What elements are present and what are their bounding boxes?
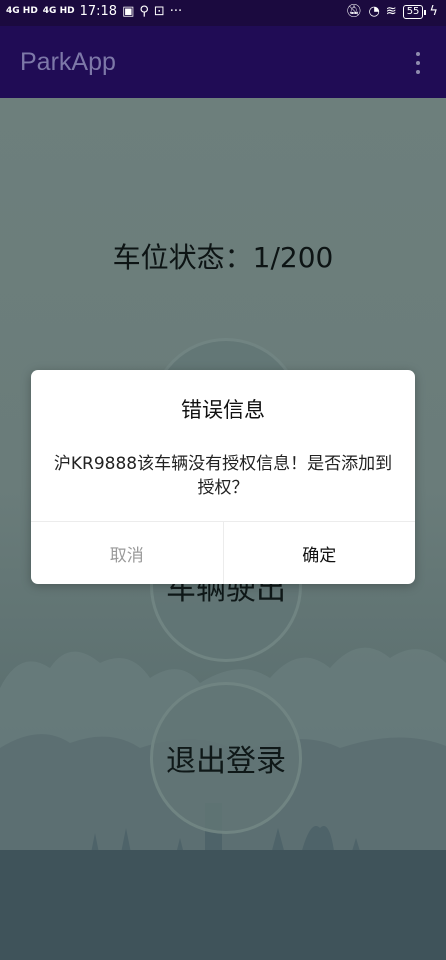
overflow-menu-icon[interactable] bbox=[408, 52, 428, 74]
dialog-message: 沪KR9888该车辆没有授权信息！是否添加到授权？ bbox=[53, 454, 393, 498]
signal-icon-2: 4G HD bbox=[42, 6, 75, 16]
dialog-actions: 取消 确定 bbox=[31, 521, 415, 584]
logout-button[interactable]: 退出登录 bbox=[150, 682, 302, 834]
ground-decoration bbox=[0, 850, 446, 960]
signal-icon: 4G HD bbox=[6, 6, 38, 16]
app-bar: ParkApp bbox=[0, 26, 446, 98]
parking-status-text: 车位状态：1/200 bbox=[112, 241, 334, 274]
wifi-icon: ≋ bbox=[385, 4, 397, 19]
more-notifications: ··· bbox=[169, 4, 183, 19]
cancel-button[interactable]: 取消 bbox=[31, 522, 224, 584]
status-time: 17:18 bbox=[79, 4, 118, 19]
app-notification-icon: ▣ bbox=[122, 4, 135, 19]
screenshot-icon: ⊡ bbox=[153, 4, 165, 19]
battery-icon: 55 bbox=[402, 4, 427, 19]
alarm-icon: ◔ bbox=[368, 4, 380, 19]
app-title: ParkApp bbox=[20, 48, 116, 76]
dialog-title: 错误信息 bbox=[181, 398, 265, 422]
status-bar: 4G HD 4G HD 17:18 ▣ ⚲ ⊡ ··· 🔕︎ ◔ ≋ 55 ϟ bbox=[0, 0, 446, 26]
mute-icon: 🔕︎ bbox=[345, 4, 363, 19]
usb-icon: ⚲ bbox=[139, 4, 149, 19]
error-dialog: 错误信息 沪KR9888该车辆没有授权信息！是否添加到授权？ 取消 确定 bbox=[31, 370, 415, 584]
charging-icon: ϟ bbox=[429, 4, 438, 19]
confirm-button[interactable]: 确定 bbox=[224, 522, 416, 584]
